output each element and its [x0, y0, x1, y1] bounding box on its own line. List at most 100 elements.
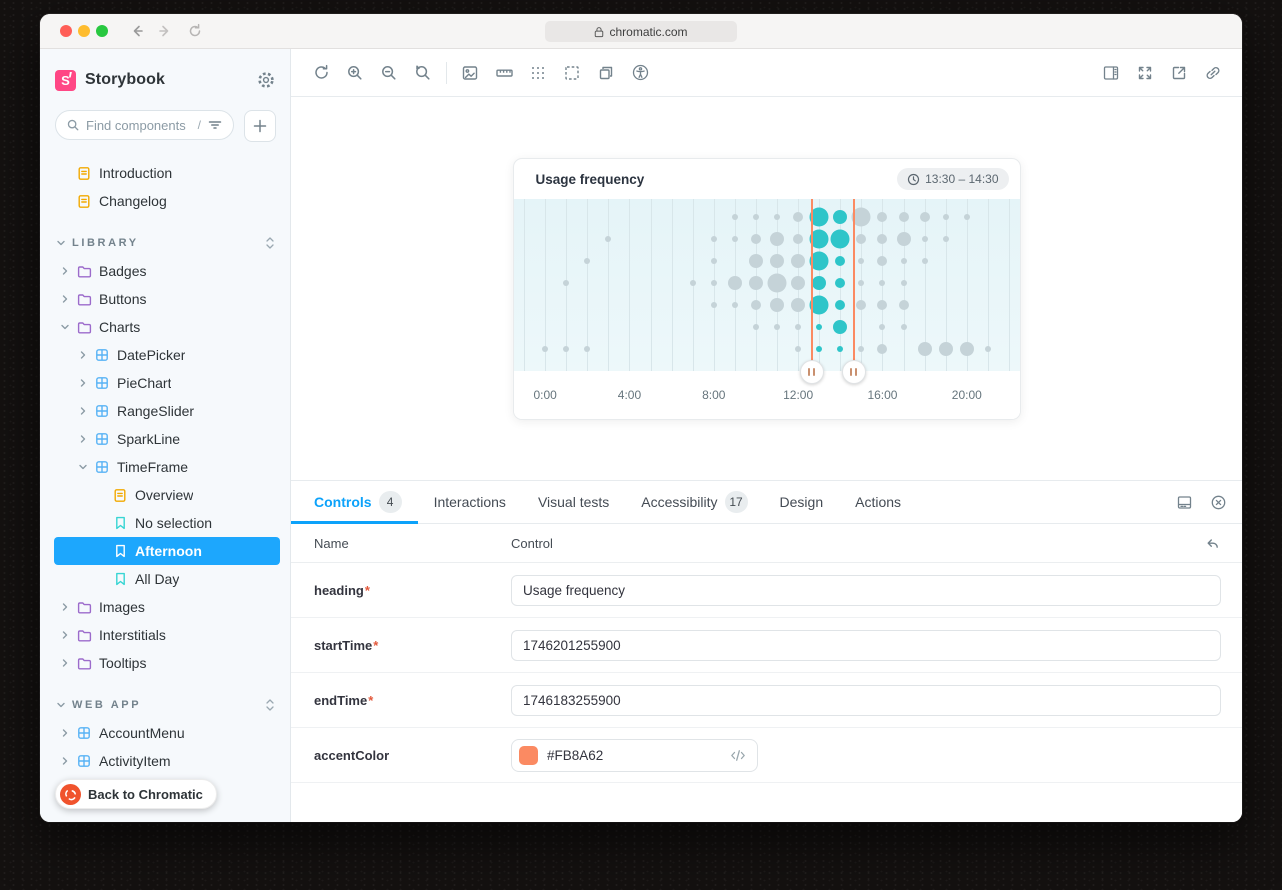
range-end-handle[interactable] [842, 360, 866, 384]
window-zoom-button[interactable] [96, 25, 108, 37]
sidebar-section-library[interactable]: LIBRARY [54, 229, 280, 257]
sidebar-section-web-app[interactable]: WEB APP [54, 691, 280, 719]
sidebar-item-datepicker[interactable]: DatePicker [54, 341, 280, 369]
measure-icon [495, 64, 514, 82]
item-label: ActivityItem [99, 753, 171, 769]
window-close-button[interactable] [60, 25, 72, 37]
browser-reload-button[interactable] [186, 22, 204, 40]
sidebar-item-all-day[interactable]: All Day [54, 565, 280, 593]
link-icon [1204, 64, 1222, 82]
item-label: No selection [135, 515, 212, 531]
sidebar-item-afternoon[interactable]: Afternoon [54, 537, 280, 565]
link-button[interactable] [1196, 58, 1230, 88]
sidebar-item-sparkline[interactable]: SparkLine [54, 425, 280, 453]
create-story-button[interactable] [244, 110, 276, 142]
zoom-out-icon [380, 64, 398, 82]
chart-gridline [1009, 199, 1010, 371]
sidebar-item-overview[interactable]: Overview [54, 481, 280, 509]
component-icon [94, 348, 110, 362]
usage-dot [770, 232, 784, 246]
usage-dot [901, 258, 907, 264]
back-to-chromatic-button[interactable]: Back to Chromatic [55, 779, 217, 809]
zoom-out-button[interactable] [372, 58, 406, 88]
lock-icon [594, 26, 604, 38]
zoom-reset-button[interactable] [406, 58, 440, 88]
browser-forward-button[interactable] [156, 22, 174, 40]
measure-button[interactable] [487, 58, 521, 88]
tab-interactions[interactable]: Interactions [418, 481, 522, 523]
panel-position-button[interactable] [1094, 58, 1128, 88]
item-label: TimeFrame [117, 459, 188, 475]
usage-dot [922, 258, 928, 264]
gear-icon[interactable] [256, 70, 276, 90]
zoom-reset-icon [414, 64, 432, 82]
filter-icon[interactable] [207, 118, 223, 132]
tab-label: Design [780, 494, 824, 510]
usage-dot [711, 302, 717, 308]
sidebar-item-images[interactable]: Images [54, 593, 280, 621]
outline-button[interactable] [555, 58, 589, 88]
control-row-heading: heading* [291, 563, 1242, 618]
sidebar-item-introduction[interactable]: Introduction [54, 159, 280, 187]
backgrounds-button[interactable] [453, 58, 487, 88]
code-icon[interactable] [730, 749, 746, 762]
grid-button[interactable] [521, 58, 555, 88]
active-usage-dot [835, 278, 845, 288]
sidebar-item-buttons[interactable]: Buttons [54, 285, 280, 313]
usage-dot [768, 274, 787, 293]
search-input[interactable]: Find components / [55, 110, 234, 140]
folder-icon [76, 601, 92, 614]
usage-dot [901, 280, 907, 286]
usage-dot [791, 276, 805, 290]
remount-button[interactable] [304, 58, 338, 88]
active-usage-dot [835, 300, 845, 310]
item-label: Afternoon [135, 543, 202, 559]
sidebar-item-tooltips[interactable]: Tooltips [54, 649, 280, 677]
usage-dot [795, 346, 801, 352]
range-start-handle[interactable] [800, 360, 824, 384]
browser-back-button[interactable] [128, 22, 146, 40]
usage-dot [728, 276, 742, 290]
tab-design[interactable]: Design [764, 481, 840, 523]
tab-accessibility[interactable]: Accessibility17 [625, 481, 763, 523]
remount-icon [312, 63, 331, 82]
close-panel-icon[interactable] [1206, 490, 1230, 514]
axis-tick-label: 12:00 [783, 388, 813, 402]
time-range-badge: 13:30 – 14:30 [897, 168, 1008, 190]
sidebar-item-badges[interactable]: Badges [54, 257, 280, 285]
sidebar-item-accountmenu[interactable]: AccountMenu [54, 719, 280, 747]
tab-visual-tests[interactable]: Visual tests [522, 481, 625, 523]
sidebar-item-activityitem[interactable]: ActivityItem [54, 747, 280, 775]
url-bar[interactable]: chromatic.com [545, 21, 737, 42]
fullscreen-button[interactable] [1128, 58, 1162, 88]
tab-label: Visual tests [538, 494, 609, 510]
sidebar-item-no-selection[interactable]: No selection [54, 509, 280, 537]
tab-controls[interactable]: Controls4 [291, 481, 418, 523]
sidebar-item-interstitials[interactable]: Interstitials [54, 621, 280, 649]
control-color-accentColor[interactable]: #FB8A62 [511, 739, 758, 772]
usage-dot [877, 234, 887, 244]
zoom-in-icon [346, 64, 364, 82]
sidebar-item-piechart[interactable]: PieChart [54, 369, 280, 397]
doc-icon [112, 488, 128, 503]
collapse-expand-icon[interactable] [264, 236, 276, 250]
component-icon [94, 460, 110, 474]
collapse-expand-icon[interactable] [264, 698, 276, 712]
panel-position-icon[interactable] [1172, 490, 1196, 514]
required-asterisk: * [373, 638, 378, 653]
sidebar-item-charts[interactable]: Charts [54, 313, 280, 341]
open-new-tab-button[interactable] [1162, 58, 1196, 88]
window-minimize-button[interactable] [78, 25, 90, 37]
control-input-heading[interactable] [511, 575, 1221, 606]
viewports-button[interactable] [589, 58, 623, 88]
reset-controls-icon[interactable] [1204, 535, 1221, 552]
usage-dot [964, 214, 970, 220]
tab-actions[interactable]: Actions [839, 481, 917, 523]
control-input-endTime[interactable] [511, 685, 1221, 716]
control-input-startTime[interactable] [511, 630, 1221, 661]
sidebar-item-rangeslider[interactable]: RangeSlider [54, 397, 280, 425]
accessibility-button[interactable] [623, 58, 657, 88]
sidebar-item-changelog[interactable]: Changelog [54, 187, 280, 215]
sidebar-item-timeframe[interactable]: TimeFrame [54, 453, 280, 481]
zoom-in-button[interactable] [338, 58, 372, 88]
